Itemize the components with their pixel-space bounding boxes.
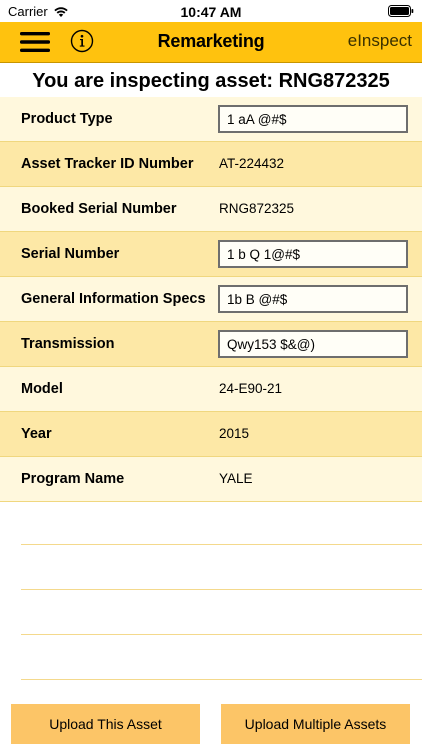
row-label: Model	[21, 381, 63, 397]
asset-details-list: Product Type Asset Tracker ID Number AT-…	[0, 97, 422, 502]
row-value: 2015	[219, 426, 250, 441]
row-transmission: Transmission	[0, 322, 422, 367]
info-icon[interactable]	[70, 29, 94, 53]
general-specs-input[interactable]	[218, 285, 408, 313]
row-label: General Information Specs	[21, 291, 206, 307]
empty-row-divider	[21, 544, 422, 545]
row-value: AT-224432	[219, 156, 285, 171]
row-label: Program Name	[21, 471, 125, 487]
row-label: Serial Number	[21, 246, 120, 262]
row-model: Model 24-E90-21	[0, 367, 422, 412]
product-type-input[interactable]	[218, 105, 408, 133]
upload-asset-button[interactable]: Upload This Asset	[11, 704, 200, 744]
row-label: Booked Serial Number	[21, 201, 177, 217]
transmission-input[interactable]	[218, 330, 408, 358]
row-booked-serial-number: Booked Serial Number RNG872325	[0, 187, 422, 232]
row-asset-tracker-id: Asset Tracker ID Number AT-224432	[0, 142, 422, 187]
brand-label: eInspect	[347, 31, 412, 50]
row-label: Transmission	[21, 336, 115, 352]
row-value: YALE	[219, 471, 253, 486]
row-product-type: Product Type	[0, 97, 422, 142]
serial-number-input[interactable]	[218, 240, 408, 268]
app-screen: Carrier 10:47 AM Remarketing eInspect Yo…	[0, 0, 422, 750]
asset-heading: You are inspecting asset: RNG872325	[32, 70, 390, 92]
status-time: 10:47 AM	[180, 4, 242, 20]
row-general-information-specs: General Information Specs	[0, 277, 422, 322]
row-serial-number: Serial Number	[0, 232, 422, 277]
empty-row-divider	[21, 679, 422, 680]
upload-multiple-assets-button[interactable]: Upload Multiple Assets	[221, 704, 410, 744]
nav-bar: Remarketing eInspect	[0, 22, 422, 63]
row-label: Asset Tracker ID Number	[21, 156, 194, 172]
status-bar: Carrier 10:47 AM	[0, 0, 422, 22]
row-program-name: Program Name YALE	[0, 457, 422, 502]
empty-row-divider	[21, 589, 422, 590]
row-label: Year	[21, 426, 52, 442]
row-year: Year 2015	[0, 412, 422, 457]
empty-row-divider	[21, 634, 422, 635]
battery-icon	[388, 5, 414, 20]
row-value: 24-E90-21	[219, 381, 283, 396]
hamburger-menu-icon[interactable]	[18, 28, 52, 56]
row-label: Product Type	[21, 111, 113, 127]
row-value: RNG872325	[219, 201, 295, 216]
